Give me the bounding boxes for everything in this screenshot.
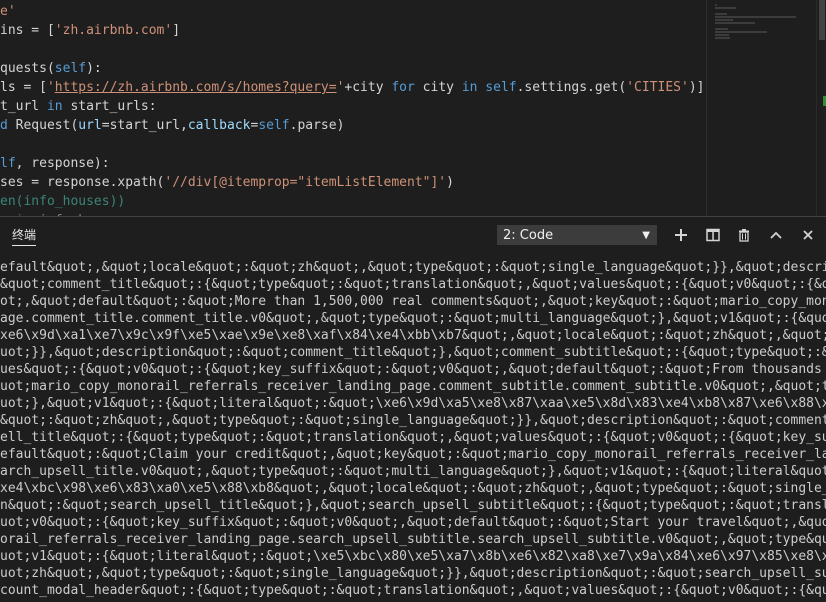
trash-icon	[739, 229, 749, 242]
code-token: self	[54, 61, 87, 76]
code-token: t_url	[0, 99, 47, 114]
close-panel-button[interactable]	[798, 225, 818, 245]
code-line[interactable]: t_url in start_urls:	[0, 97, 157, 116]
code-token: quests(	[0, 61, 55, 76]
code-token: '	[46, 80, 55, 95]
new-terminal-button[interactable]	[671, 225, 691, 245]
terminal-line: uot;v1&quot;:{&quot;literal&quot;:&quot;…	[0, 549, 826, 564]
terminal-line: count_modal_header&quot;:{&quot;type&quo…	[0, 583, 826, 598]
code-token: d	[0, 118, 8, 133]
minimap-line	[715, 31, 767, 33]
code-line[interactable]: ls = ['https://zh.airbnb.com/s/homes?que…	[0, 78, 704, 97]
terminal-line: age.comment_title.comment_title.v0&quot;…	[0, 311, 826, 326]
code-token: , response):	[15, 156, 110, 171]
code-token: ]	[172, 23, 181, 38]
code-token: ins = [	[0, 23, 55, 38]
terminal-line: &quot;:&quot;zh&quot;,&quot;type&quot;:&…	[0, 413, 826, 428]
code-token: Request(	[7, 118, 79, 133]
terminal-panel: 终端 2: Code ▼ efault&quot;,&quot;locale&q…	[0, 216, 826, 602]
terminal-line: xe6\x9d\xa1\xe7\x9c\x9f\xe5\xae\x9e\xe8\…	[0, 328, 826, 343]
terminal-line: efault&quot;,&quot;locale&quot;:&quot;zh…	[0, 260, 826, 275]
minimap-line	[715, 19, 733, 21]
kill-terminal-button[interactable]	[734, 225, 754, 245]
code-token: e'	[0, 4, 16, 19]
terminal-select-value: 2: Code	[503, 228, 554, 243]
code-token: city	[414, 80, 462, 95]
chevron-down-icon: ▼	[642, 230, 650, 241]
code-token: https://zh.airbnb.com/s/homes?query=	[54, 80, 337, 95]
scrollbar-thumb[interactable]	[819, 0, 825, 40]
chevron-up-icon	[770, 231, 782, 239]
code-token: =start_url,	[101, 118, 188, 133]
code-line[interactable]: ses = response.xpath('//div[@itemprop="i…	[0, 173, 454, 192]
terminal-line: efault&quot;:&quot;Claim your credit&quo…	[0, 447, 826, 462]
code-token: in	[461, 80, 478, 95]
terminal-line: orail_referrals_receiver_landing_page.se…	[0, 532, 826, 547]
code-token: .parse)	[289, 118, 345, 133]
terminal-select[interactable]: 2: Code ▼	[497, 225, 657, 245]
code-token: in	[46, 99, 63, 114]
minimap-line	[715, 4, 717, 6]
code-line[interactable]: e'	[0, 2, 16, 21]
terminal-line: ot;,&quot;default&quot;:&quot;More than …	[0, 294, 826, 309]
code-editor[interactable]: e' ins = ['zh.airbnb.com'] quests(self): ls…	[0, 0, 706, 216]
terminal-line: xe4\xbc\x98\xe6\x83\xa0\xe5\x88\xb8&quot…	[0, 481, 826, 496]
code-line[interactable]: d Request(url=start_url,callback=self.pa…	[0, 116, 344, 135]
code-line[interactable]: lf, response):	[0, 154, 110, 173]
code-token: callback	[187, 118, 251, 133]
code-token: start_urls:	[62, 99, 157, 114]
terminal-line: uot;}},&quot;description&quot;:&quot;com…	[0, 345, 826, 360]
code-token: url	[78, 118, 102, 133]
code-token: ):	[86, 61, 102, 76]
terminal-line: uot;},&quot;v1&quot;:{&quot;literal&quot…	[0, 396, 826, 411]
code-token: )]	[688, 80, 705, 95]
code-line[interactable]: ins = ['zh.airbnb.com']	[0, 21, 180, 40]
minimap-line	[715, 28, 728, 30]
terminal-line: n&quot;:&quot;search_upsell_title&quot;}…	[0, 498, 826, 513]
minimap-line	[715, 37, 730, 39]
code-line[interactable]: quests(self):	[0, 59, 102, 78]
code-token: )	[446, 175, 454, 190]
minimap-line	[715, 34, 729, 36]
minimap-line	[715, 22, 755, 24]
minimap-line	[715, 16, 796, 18]
terminal-line: uot;mario_copy_monorail_referrals_receiv…	[0, 379, 826, 394]
terminal-line: uot;zh&quot;,&quot;type&quot;:&quot;sing…	[0, 566, 826, 581]
terminal-line: ell_title&quot;:{&quot;type&quot;:&quot;…	[0, 430, 826, 445]
code-token: lf	[0, 156, 16, 171]
terminal-output[interactable]: efault&quot;,&quot;locale&quot;:&quot;zh…	[0, 259, 826, 602]
code-token: 'zh.airbnb.com'	[54, 23, 173, 38]
code-token: self	[258, 118, 290, 133]
minimap-line	[715, 13, 727, 15]
split-terminal-button[interactable]	[703, 225, 723, 245]
tab-terminal[interactable]: 终端	[12, 226, 37, 246]
code-token: en(info_houses))	[0, 194, 126, 209]
code-token: ls = [	[0, 80, 47, 95]
panel-header: 终端 2: Code ▼	[0, 217, 826, 253]
minimap[interactable]	[706, 0, 817, 216]
code-token: .settings.get(	[516, 80, 627, 95]
code-token: '//div[@itemprop="itemListElement"]'	[164, 175, 447, 190]
plus-icon	[675, 229, 687, 241]
maximize-panel-button[interactable]	[766, 225, 786, 245]
split-icon	[706, 228, 720, 242]
code-token: self	[485, 80, 517, 95]
close-icon	[803, 230, 813, 240]
terminal-line: arch_upsell_title.v0&quot;,&quot;type&qu…	[0, 464, 826, 479]
terminal-line: uot;v0&quot;:{&quot;key_suffix&quot;:&qu…	[0, 515, 826, 530]
code-token: +city	[344, 80, 392, 95]
editor-scrollbar[interactable]	[816, 0, 826, 216]
code-line[interactable]: en(info_houses))	[0, 192, 125, 211]
minimap-line	[715, 7, 736, 9]
code-token: for	[391, 80, 415, 95]
terminal-line: &quot;comment_title&quot;:{&quot;type&qu…	[0, 277, 826, 292]
terminal-line: ues&quot;:{&quot;v0&quot;:{&quot;key_suf…	[0, 362, 826, 377]
code-token: 'CITIES'	[626, 80, 689, 95]
code-token: ses = response.xpath(	[0, 175, 165, 190]
